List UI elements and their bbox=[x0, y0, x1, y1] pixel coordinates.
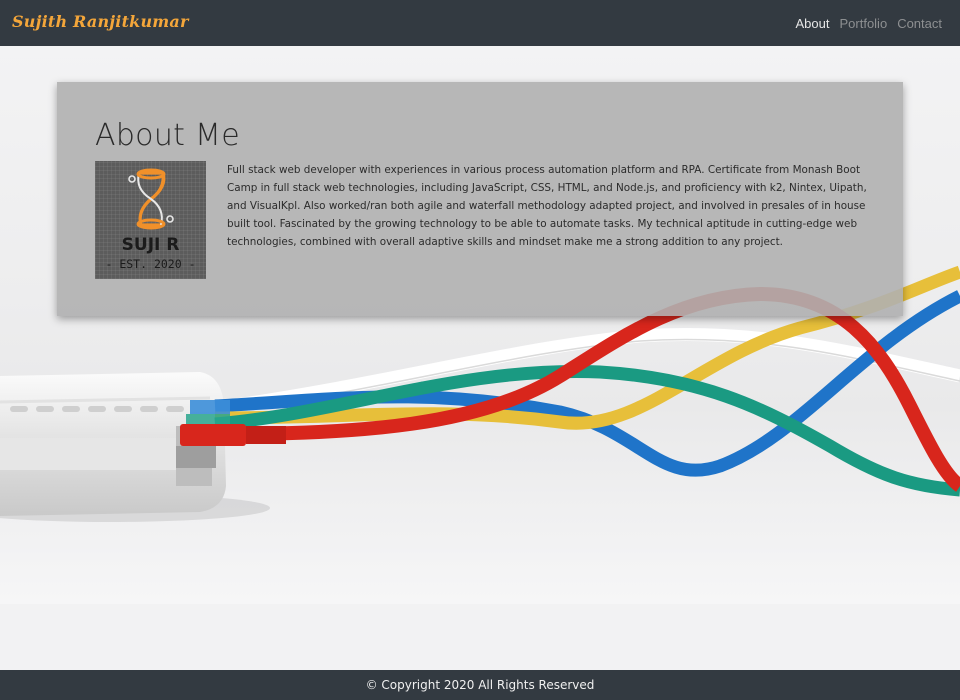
logo-name-text: SUJI R bbox=[121, 235, 180, 255]
nav-link-about[interactable]: About bbox=[796, 16, 830, 31]
logo-est-text: - EST. 2020 - bbox=[105, 257, 196, 271]
footer: © Copyright 2020 All Rights Reserved bbox=[0, 670, 960, 700]
nav-links: About Portfolio Contact bbox=[796, 16, 943, 31]
brand-logo-text[interactable]: Sujith Ranjitkumar bbox=[12, 12, 189, 31]
nav-link-contact[interactable]: Contact bbox=[897, 16, 942, 31]
footer-copyright: © Copyright 2020 All Rights Reserved bbox=[365, 678, 595, 692]
nav-link-portfolio[interactable]: Portfolio bbox=[839, 16, 887, 31]
about-description: Full stack web developer with experience… bbox=[227, 164, 867, 248]
navbar: Sujith Ranjitkumar About Portfolio Conta… bbox=[0, 0, 960, 46]
hourglass-logo-icon bbox=[128, 168, 174, 230]
page-background-band bbox=[0, 604, 960, 670]
profile-logo-image: SUJI R - EST. 2020 - bbox=[95, 161, 206, 279]
about-title: About Me bbox=[95, 118, 240, 153]
about-card: About Me SUJI R - EST. 2020 - Full stack… bbox=[57, 82, 903, 316]
